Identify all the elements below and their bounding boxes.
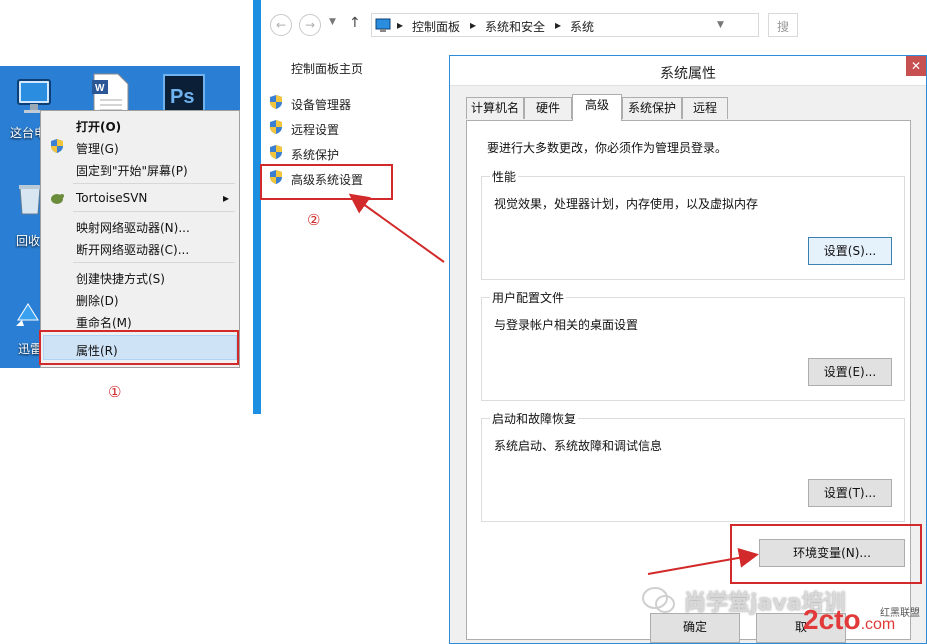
menu-item-disconnect-network-drive[interactable]: 断开网络驱动器(C)... [76,241,189,258]
group-title-user-profiles: 用户配置文件 [490,289,567,306]
ok-button[interactable]: 确定 [650,613,740,643]
user-profiles-settings-button[interactable]: 设置(E)... [808,358,892,386]
group-startup-recovery: 启动和故障恢复 系统启动、系统故障和调试信息 设置(T)... [481,410,905,522]
xunlei-icon[interactable] [14,300,42,328]
step-two-label: ② [307,211,321,229]
breadcrumb-separator-icon: ▸ [397,18,404,32]
tab-advanced[interactable]: 高级 [572,94,622,121]
menu-item-map-network-drive[interactable]: 映射网络驱动器(N)... [76,219,190,236]
menu-item-open[interactable]: 打开(O) [76,118,121,135]
dialog-title: 系统属性 [660,66,716,82]
watermark-alliance: 红黑联盟 [880,608,920,619]
tortoisesvn-icon [49,190,65,209]
computer-small-icon [375,17,391,36]
forward-button[interactable]: → [299,14,321,36]
menu-item-tortoisesvn[interactable]: TortoiseSVN [76,191,147,205]
svg-text:W: W [95,83,105,94]
menu-item-create-shortcut[interactable]: 创建快捷方式(S) [76,270,165,287]
menu-item-manage[interactable]: 管理(G) [76,140,119,157]
menu-item-delete[interactable]: 删除(D) [76,292,119,309]
back-button[interactable]: ← [270,14,292,36]
group-performance: 性能 视觉效果，处理器计划，内存使用，以及虚拟内存 设置(S)... [481,168,905,280]
performance-description: 视觉效果，处理器计划，内存使用，以及虚拟内存 [494,197,759,211]
menu-separator [73,183,235,184]
link-remote-settings[interactable]: 远程设置 [291,121,339,138]
tab-system-protection[interactable]: 系统保护 [622,97,682,119]
user-profiles-description: 与登录帐户相关的桌面设置 [494,318,639,332]
group-user-profiles: 用户配置文件 与登录帐户相关的桌面设置 设置(E)... [481,289,905,401]
address-dropdown-icon[interactable]: ▼ [717,20,724,30]
shield-icon [49,138,65,157]
startup-recovery-description: 系统启动、系统故障和调试信息 [494,439,663,453]
shield-icon [268,119,284,138]
watermark-site: 2cto [803,604,861,635]
recent-dropdown-icon[interactable]: ▼ [329,17,336,27]
annotation-box-properties [39,330,239,365]
menu-item-rename[interactable]: 重命名(M) [76,314,132,331]
tab-computer-name[interactable]: 计算机名 [466,97,524,119]
breadcrumb-separator-icon: ▸ [555,18,562,32]
breadcrumb-separator-icon: ▸ [470,18,477,32]
group-title-startup-recovery: 启动和故障恢复 [490,410,579,427]
shield-icon [268,94,284,113]
desktop: 这台电脑 W Ps 回收 迅雷 打开(O) 管理(G) 固定到"开始"屏幕(P)… [0,66,240,368]
submenu-arrow-icon: ▸ [223,191,230,205]
svg-text:Ps: Ps [170,86,194,108]
link-system-protection[interactable]: 系统保护 [291,146,339,163]
breadcrumb-control-panel[interactable]: 控制面板 [412,18,460,35]
menu-separator [73,262,235,263]
annotation-box-environment-variables [730,524,922,584]
dialog-titlebar[interactable]: 系统属性 ✕ [450,56,926,86]
menu-item-pin-to-start[interactable]: 固定到"开始"屏幕(P) [76,162,188,179]
wechat-icon [642,586,676,617]
performance-settings-button[interactable]: 设置(S)... [808,237,892,265]
breadcrumb-system[interactable]: 系统 [570,18,594,35]
link-device-manager[interactable]: 设备管理器 [291,96,351,113]
group-title-performance: 性能 [490,168,519,185]
tab-remote[interactable]: 远程 [682,97,728,119]
step-one-label: ① [108,383,122,401]
annotation-box-advanced-settings [260,164,393,200]
tab-hardware[interactable]: 硬件 [524,97,572,119]
search-placeholder: 搜 [777,20,790,34]
shield-icon [268,144,284,163]
startup-recovery-settings-button[interactable]: 设置(T)... [808,479,892,507]
close-icon[interactable]: ✕ [906,56,926,76]
recycle-bin-label: 回收 [16,234,41,248]
admin-note: 要进行大多数更改，你必须作为管理员登录。 [487,141,728,155]
search-box[interactable]: 搜 [768,13,798,37]
menu-separator [73,211,235,212]
breadcrumb-system-security[interactable]: 系统和安全 [485,18,545,35]
address-bar[interactable]: ▸ 控制面板 ▸ 系统和安全 ▸ 系统 ▼ [371,13,759,37]
window-border [253,0,261,414]
up-button[interactable]: ↑ [349,15,361,31]
control-panel-home-link[interactable]: 控制面板主页 [291,60,363,77]
